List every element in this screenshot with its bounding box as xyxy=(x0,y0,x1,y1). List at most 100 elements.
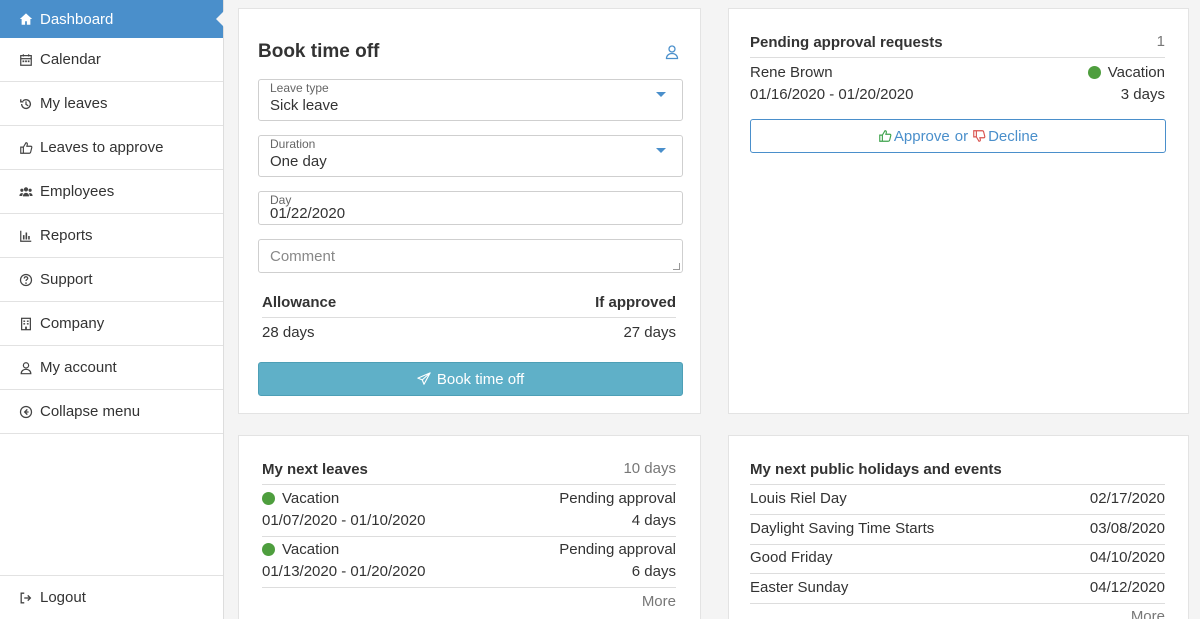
panel-title: Book time off xyxy=(258,41,380,62)
list-item: Good Friday 04/10/2020 xyxy=(750,544,1165,574)
sidebar-item-label: Collapse menu xyxy=(40,403,141,420)
section-title: My next public holidays and events xyxy=(750,461,1002,478)
leave-dates: 01/13/2020 - 01/20/2020 xyxy=(262,563,426,580)
field-label: Duration xyxy=(270,137,316,151)
request-dates: 01/16/2020 - 01/20/2020 xyxy=(750,86,914,103)
book-time-off-button[interactable]: Book time off xyxy=(258,362,683,396)
allowance-header: Allowance If approved xyxy=(262,292,676,318)
more-link[interactable]: More xyxy=(642,593,676,610)
list-item: Easter Sunday 04/12/2020 xyxy=(750,574,1165,604)
comment-placeholder: Comment xyxy=(270,248,336,265)
sidebar-item-reports[interactable]: Reports xyxy=(0,214,223,258)
holiday-name: Louis Riel Day xyxy=(750,490,847,507)
history-icon xyxy=(18,96,34,112)
allowance-row: 28 days 27 days xyxy=(262,322,676,348)
thumbs-down-icon xyxy=(972,129,986,143)
field-value: Sick leave xyxy=(270,97,339,114)
users-icon xyxy=(18,184,34,200)
leave-type-select[interactable]: Leave type Sick leave xyxy=(258,79,683,121)
or-label: or xyxy=(954,127,969,145)
building-icon xyxy=(18,316,34,332)
button-label: Book time off xyxy=(436,370,525,388)
sidebar-item-label: My account xyxy=(40,359,117,376)
logout-icon xyxy=(18,590,34,606)
day-field[interactable]: Day 01/22/2020 xyxy=(258,191,683,225)
approve-decline-box: Approve or Decline xyxy=(750,119,1166,153)
sidebar-item-label: Logout xyxy=(40,589,86,606)
list-item: Daylight Saving Time Starts 03/08/2020 xyxy=(750,515,1165,545)
field-value: 01/22/2020 xyxy=(270,205,346,222)
thumbs-up-icon xyxy=(18,140,34,156)
sidebar: Dashboard Calendar My leaves Leaves to a… xyxy=(0,0,224,619)
section-title: Pending approval requests xyxy=(750,34,943,51)
list-item[interactable]: Vacation 01/13/2020 - 01/20/2020 Pending… xyxy=(262,538,676,588)
pending-approval-panel: Pending approval requests 1 Rene Brown 0… xyxy=(728,8,1189,414)
user-icon xyxy=(18,360,34,376)
sidebar-item-my-leaves[interactable]: My leaves xyxy=(0,82,223,126)
leave-type-label: Vacation xyxy=(1107,64,1165,81)
user-icon[interactable] xyxy=(664,44,680,60)
sidebar-item-label: Reports xyxy=(40,227,93,244)
sidebar-item-support[interactable]: Support xyxy=(0,258,223,302)
leave-type: Vacation xyxy=(262,541,339,558)
sidebar-item-leaves-to-approve[interactable]: Leaves to approve xyxy=(0,126,223,170)
circle-arrow-left-icon xyxy=(18,404,34,420)
calendar-icon xyxy=(18,52,34,68)
thumbs-up-icon xyxy=(878,129,892,143)
sidebar-item-label: Dashboard xyxy=(40,10,114,28)
next-leaves-panel: My next leaves 10 days Vacation 01/07/20… xyxy=(238,435,701,619)
sidebar-item-my-account[interactable]: My account xyxy=(0,346,223,390)
if-approved-label: If approved xyxy=(595,294,676,311)
decline-button[interactable]: Decline xyxy=(988,128,1038,145)
sidebar-item-collapse-menu[interactable]: Collapse menu xyxy=(0,390,223,434)
holiday-date: 04/10/2020 xyxy=(1089,549,1165,566)
section-header: My next leaves 10 days xyxy=(262,459,676,485)
paper-plane-icon xyxy=(417,372,431,385)
approve-button[interactable]: Approve xyxy=(894,128,950,145)
holiday-name: Easter Sunday xyxy=(750,579,849,596)
sidebar-item-label: Support xyxy=(40,271,93,288)
resize-grip-icon[interactable] xyxy=(673,263,680,270)
caret-down-icon xyxy=(656,92,666,97)
status-dot-icon xyxy=(262,492,275,505)
sidebar-item-label: Company xyxy=(40,315,105,332)
leave-type-label: Vacation xyxy=(282,541,340,558)
list-item: Louis Riel Day 02/17/2020 xyxy=(750,485,1165,515)
request-days: 3 days xyxy=(1120,86,1165,103)
leave-days: 6 days xyxy=(631,563,676,580)
section-header: My next public holidays and events xyxy=(750,459,1165,485)
sidebar-item-label: Leaves to approve xyxy=(40,139,164,156)
request-type: Vacation xyxy=(1087,64,1165,81)
leave-status: Pending approval xyxy=(559,490,676,507)
total-days: 10 days xyxy=(623,460,676,477)
list-item[interactable]: Vacation 01/07/2020 - 01/10/2020 Pending… xyxy=(262,487,676,537)
if-approved-value: 27 days xyxy=(623,324,676,341)
sidebar-item-employees[interactable]: Employees xyxy=(0,170,223,214)
holiday-date: 04/12/2020 xyxy=(1089,579,1165,596)
home-icon xyxy=(18,11,34,27)
sidebar-item-label: Employees xyxy=(40,183,115,200)
holiday-date: 02/17/2020 xyxy=(1089,490,1165,507)
sidebar-item-calendar[interactable]: Calendar xyxy=(0,38,223,82)
more-link[interactable]: More xyxy=(1131,608,1165,619)
field-value: One day xyxy=(270,153,327,170)
sidebar-item-label: My leaves xyxy=(40,95,108,112)
status-dot-icon xyxy=(262,543,275,556)
holiday-name: Good Friday xyxy=(750,549,833,566)
holiday-date: 03/08/2020 xyxy=(1089,520,1165,537)
requester-name: Rene Brown xyxy=(750,64,833,81)
leave-days: 4 days xyxy=(631,512,676,529)
duration-select[interactable]: Duration One day xyxy=(258,135,683,177)
field-label: Leave type xyxy=(270,81,329,95)
sidebar-item-logout[interactable]: Logout xyxy=(0,575,223,619)
sidebar-item-dashboard[interactable]: Dashboard xyxy=(0,0,224,38)
caret-down-icon xyxy=(656,148,666,153)
comment-textarea[interactable]: Comment xyxy=(258,239,683,273)
section-header: Pending approval requests 1 xyxy=(750,32,1165,58)
book-time-off-panel: Book time off Leave type Sick leave Dura… xyxy=(238,8,701,414)
sidebar-item-company[interactable]: Company xyxy=(0,302,223,346)
leave-dates: 01/07/2020 - 01/10/2020 xyxy=(262,512,426,529)
pending-count: 1 xyxy=(1156,33,1165,50)
public-holidays-panel: My next public holidays and events Louis… xyxy=(728,435,1189,619)
question-icon xyxy=(18,272,34,288)
